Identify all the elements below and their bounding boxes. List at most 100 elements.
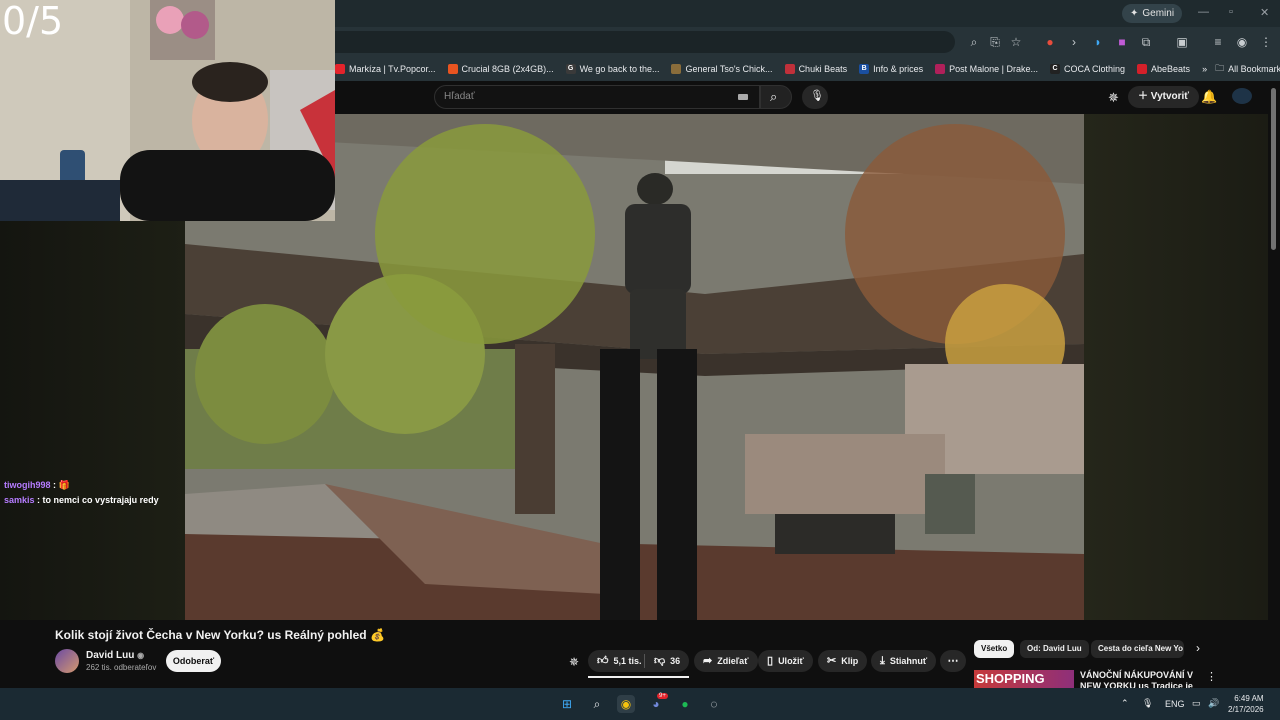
network-icon[interactable]: ▭ [1192,698,1201,709]
voice-search-button[interactable]: 🎙 [802,85,828,109]
restore-icon[interactable]: ▫ [1229,6,1233,18]
chat-username: tiwogih998 [4,480,51,490]
subscriber-count: 262 tis. odberateľov [86,663,157,672]
install-app-icon[interactable]: ⎘ [987,34,1003,50]
spotify-icon[interactable]: ● [676,695,694,713]
recommended-thumbnail[interactable]: SHOPPING [974,670,1074,688]
save-button[interactable]: ▯ Uložiť [758,650,813,672]
bookmark-favicon-icon [784,64,795,74]
thumbs-up-icon: 👍︎ [597,655,609,667]
scissors-icon: ✂ [827,655,837,667]
chat-username: samkis [4,495,35,505]
gemini-button[interactable]: ✦ Gemini [1122,4,1183,23]
bookmark-item[interactable]: Post Malone | Drake... [935,64,1038,74]
chevron-right-icon[interactable]: › [1196,641,1200,655]
bookmark-item[interactable]: General Tso's Chick... [671,64,773,74]
windows-taskbar [0,688,1280,720]
bookmarks-overflow-icon[interactable]: » [1202,64,1207,74]
tray-mic-icon[interactable]: 🎙 [1142,698,1153,709]
channel-avatar[interactable] [55,649,79,673]
extensions-puzzle-icon[interactable]: ⧉ [1138,34,1154,50]
download-button[interactable]: ⤓ Stiahnuť [871,650,937,672]
tray-chevron-icon[interactable]: ⌃ [1121,698,1129,709]
account-avatar[interactable] [1232,88,1252,104]
extension-arrow-icon[interactable]: › [1066,34,1082,50]
chat-message: tiwogih998 : 🎁 [4,480,70,491]
bookmark-favicon-icon [1137,64,1148,74]
like-button[interactable]: 👍︎ 5,1 tis. [588,650,651,672]
sparkle-icon[interactable]: ✵ [1108,90,1119,106]
bookmark-favicon-icon [335,64,345,74]
folder-icon: 🗀 [1215,63,1225,73]
channel-name[interactable]: David Luu ◉ [86,650,144,661]
bookmark-item[interactable]: Chuki Beats [784,64,847,74]
recommended-menu-icon[interactable]: ⋮ [1206,670,1217,683]
chip-related[interactable]: Cesta do cieľa New Yo [1091,640,1184,658]
bookmark-favicon-icon: B [859,64,870,74]
bookmark-favicon-icon: G [565,64,576,74]
extension-red-icon[interactable]: ● [1042,34,1058,50]
chip-all[interactable]: Všetko [974,640,1015,658]
bookmark-favicon-icon: C [1050,64,1060,74]
bookmarks-bar: Markíza | Tv.Popcor... Crucial 8GB (2x4G… [335,57,1280,81]
search-button[interactable]: ⌕ [760,85,792,109]
bookmark-item[interactable]: AbeBeats [1137,64,1190,74]
subscribe-button[interactable]: Odoberať [166,650,221,672]
profile-avatar-icon[interactable]: ◉ [1234,34,1250,50]
download-icon: ⤓ [880,655,885,667]
clock-date: 2/17/2026 [1228,705,1264,714]
share-icon: ➦ [703,655,713,667]
close-icon[interactable]: ✕ [1260,6,1269,19]
mic-icon: 🎙 [810,90,824,102]
keyboard-icon[interactable] [738,94,748,100]
clip-button[interactable]: ✂ Klip [818,650,868,672]
volume-icon[interactable]: 🔊 [1208,698,1219,709]
share-button[interactable]: ➦ Zdieľať [694,650,758,672]
address-bar[interactable] [335,31,955,53]
bookmark-item[interactable]: Markíza | Tv.Popcor... [335,64,436,74]
bookmark-favicon-icon [935,64,946,74]
verified-icon: ◉ [137,651,145,660]
reading-list-icon[interactable]: ≡ [1210,34,1226,50]
chrome-icon[interactable]: ◉ [617,695,635,713]
windows-start-icon[interactable]: ⊞ [558,695,576,713]
bookmark-icon: ▯ [767,655,774,667]
bookmark-favicon-icon [447,64,458,74]
notifications-bell-icon[interactable]: 🔔 [1201,89,1217,105]
discord-badge: 9+ [657,693,668,699]
bookmark-item[interactable]: B Info & prices [859,64,923,74]
menu-kebab-icon[interactable]: ⋮ [1258,34,1274,50]
more-actions-button[interactable]: ⋯ [940,650,966,672]
challenge-counter: 0/5 [2,0,64,43]
more-horizontal-icon: ⋯ [947,655,959,667]
search-input[interactable]: Hľadať [434,85,760,109]
page-scrollbar[interactable] [1271,88,1276,250]
taskbar-search-icon[interactable]: ⌕ [588,695,606,713]
gemini-icon: ✦ [1130,8,1139,19]
all-bookmarks-button[interactable]: 🗀 All Bookmarks [1215,61,1280,77]
video-title: Kolik stojí život Čecha v New Yorku? us … [55,628,385,642]
search-icon: ⌕ [770,89,778,104]
player-right-backdrop [1084,114,1268,620]
chat-text: 🎁 [58,480,70,490]
minimize-icon[interactable]: — [1198,6,1209,18]
bookmark-item[interactable]: C COCA Clothing [1050,64,1125,74]
zoom-icon[interactable]: ⌕ [966,34,982,50]
language-indicator[interactable]: ENG [1165,699,1185,709]
clock[interactable]: 6:49 AM 2/17/2026 [1228,693,1264,715]
chat-message: samkis : to nemci co vystrajaju redy [4,495,159,505]
extension-blue-icon[interactable]: ◗ [1090,34,1106,50]
extension-purple-icon[interactable]: ■ [1114,34,1130,50]
dislike-button[interactable]: 👎︎ 36 [645,650,690,672]
bookmark-item[interactable]: G We go back to the... [565,64,659,74]
create-button[interactable]: ＋ Vytvoriť [1128,86,1200,108]
sidepanel-icon[interactable]: ▣ [1174,34,1190,50]
chip-channel[interactable]: Od: David Luu [1020,640,1089,658]
gemini-label: Gemini [1142,8,1175,19]
bookmark-favicon-icon [671,64,682,74]
app-icon[interactable]: ◌ [705,695,723,713]
sparkle-ask-icon[interactable]: ✵ [569,655,579,669]
bookmark-item[interactable]: Crucial 8GB (2x4GB)... [447,64,554,74]
bookmark-star-icon[interactable]: ☆ [1008,34,1024,50]
chat-text: to nemci co vystrajaju redy [42,495,159,505]
